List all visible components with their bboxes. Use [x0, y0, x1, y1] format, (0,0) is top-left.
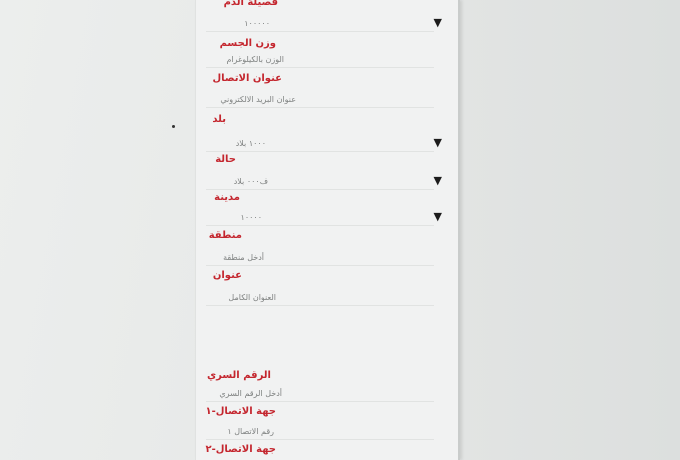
triangle-down-icon[interactable]: ▼ — [434, 16, 442, 29]
address-input[interactable]: العنوان الكامل — [206, 290, 444, 306]
contact-address-input[interactable]: عنوان البريد الالكتروني — [206, 92, 444, 108]
label-address: عنوان — [212, 270, 242, 281]
password-input[interactable]: أدخل الرقم السري — [206, 386, 444, 402]
label-blood-type: فصيلة الدم — [223, 0, 278, 8]
blood-type-select[interactable]: ١٠٠٠٠٠ ▼ — [206, 16, 444, 32]
triangle-down-icon[interactable]: ▼ — [434, 136, 442, 149]
address-placeholder: العنوان الكامل — [228, 293, 276, 302]
city-value: ١٠٠٠٠ — [240, 213, 262, 222]
country-select[interactable]: ١٠٠٠ بلاد ▼ — [206, 136, 444, 152]
label-contact-address: عنوان الاتصال — [212, 73, 282, 84]
body-weight-placeholder: الوزن بالكيلوغرام — [226, 55, 284, 64]
stray-dot — [172, 125, 175, 128]
blood-type-value: ١٠٠٠٠٠ — [244, 19, 270, 28]
label-region: منطقة — [208, 230, 242, 241]
country-value: ١٠٠٠ بلاد — [235, 139, 266, 148]
region-placeholder: أدخل منطقة — [223, 253, 264, 262]
right-area — [458, 0, 680, 460]
label-contact-1: جهة الاتصال-١ — [205, 406, 276, 417]
password-placeholder: أدخل الرقم السري — [219, 389, 282, 398]
label-contact-2: جهة الاتصال-٢ — [205, 444, 276, 455]
region-input[interactable]: أدخل منطقة — [206, 250, 444, 266]
contact-address-placeholder: عنوان البريد الالكتروني — [220, 95, 296, 104]
contact-1-placeholder: رقم الاتصال ١ — [227, 427, 274, 436]
triangle-down-icon[interactable]: ▼ — [434, 174, 442, 187]
contact-1-input[interactable]: رقم الاتصال ١ — [206, 424, 444, 440]
label-password: الرقم السري — [206, 370, 271, 381]
label-state: حالة — [215, 154, 236, 165]
state-select[interactable]: ف٠٠٠ بلاد ▼ — [206, 174, 444, 190]
triangle-down-icon[interactable]: ▼ — [434, 210, 442, 223]
label-body-weight: وزن الجسم — [219, 38, 276, 49]
label-country: بلد — [212, 114, 226, 125]
state-value: ف٠٠٠ بلاد — [233, 177, 268, 186]
city-select[interactable]: ١٠٠٠٠ ▼ — [206, 210, 444, 226]
body-weight-input[interactable]: الوزن بالكيلوغرام — [206, 52, 444, 68]
label-city: مدينة — [214, 192, 240, 203]
